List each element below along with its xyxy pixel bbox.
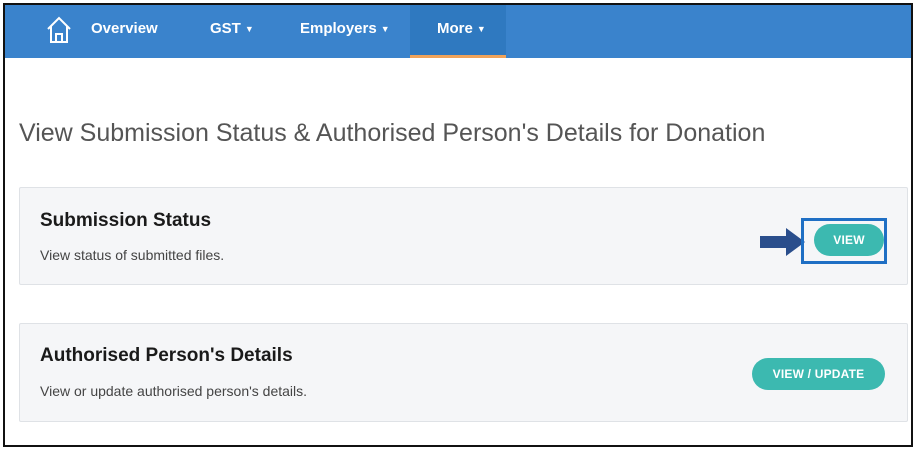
nav-item-label: GST: [210, 20, 241, 37]
nav-item-more[interactable]: More ▼: [410, 5, 506, 58]
chevron-down-icon: ▼: [380, 23, 390, 34]
card-description: View status of submitted files.: [40, 247, 225, 263]
view-button[interactable]: VIEW: [814, 224, 884, 256]
card-description: View or update authorised person's detai…: [40, 383, 308, 399]
nav-item-label: More: [437, 20, 473, 37]
nav-item-gst[interactable]: GST ▼: [210, 5, 254, 58]
card-title: Authorised Person's Details: [40, 345, 293, 366]
nav-item-employers[interactable]: Employers ▼: [300, 5, 390, 58]
nav-item-overview[interactable]: Overview: [91, 5, 158, 58]
nav-item-label: Overview: [91, 20, 158, 37]
chevron-down-icon: ▼: [244, 23, 254, 34]
view-update-button[interactable]: VIEW / UPDATE: [752, 358, 885, 390]
browser-frame: Overview GST ▼ Employers ▼ More ▼ View Subm…: [3, 3, 913, 447]
top-nav-bar: Overview GST ▼ Employers ▼ More ▼: [5, 5, 911, 58]
chevron-down-icon: ▼: [476, 23, 486, 34]
home-icon[interactable]: [45, 15, 73, 45]
card-title: Submission Status: [40, 210, 212, 231]
page-title: View Submission Status & Authorised Pers…: [19, 119, 766, 147]
arrow-right-icon: [760, 228, 805, 256]
nav-item-label: Employers: [300, 20, 377, 37]
